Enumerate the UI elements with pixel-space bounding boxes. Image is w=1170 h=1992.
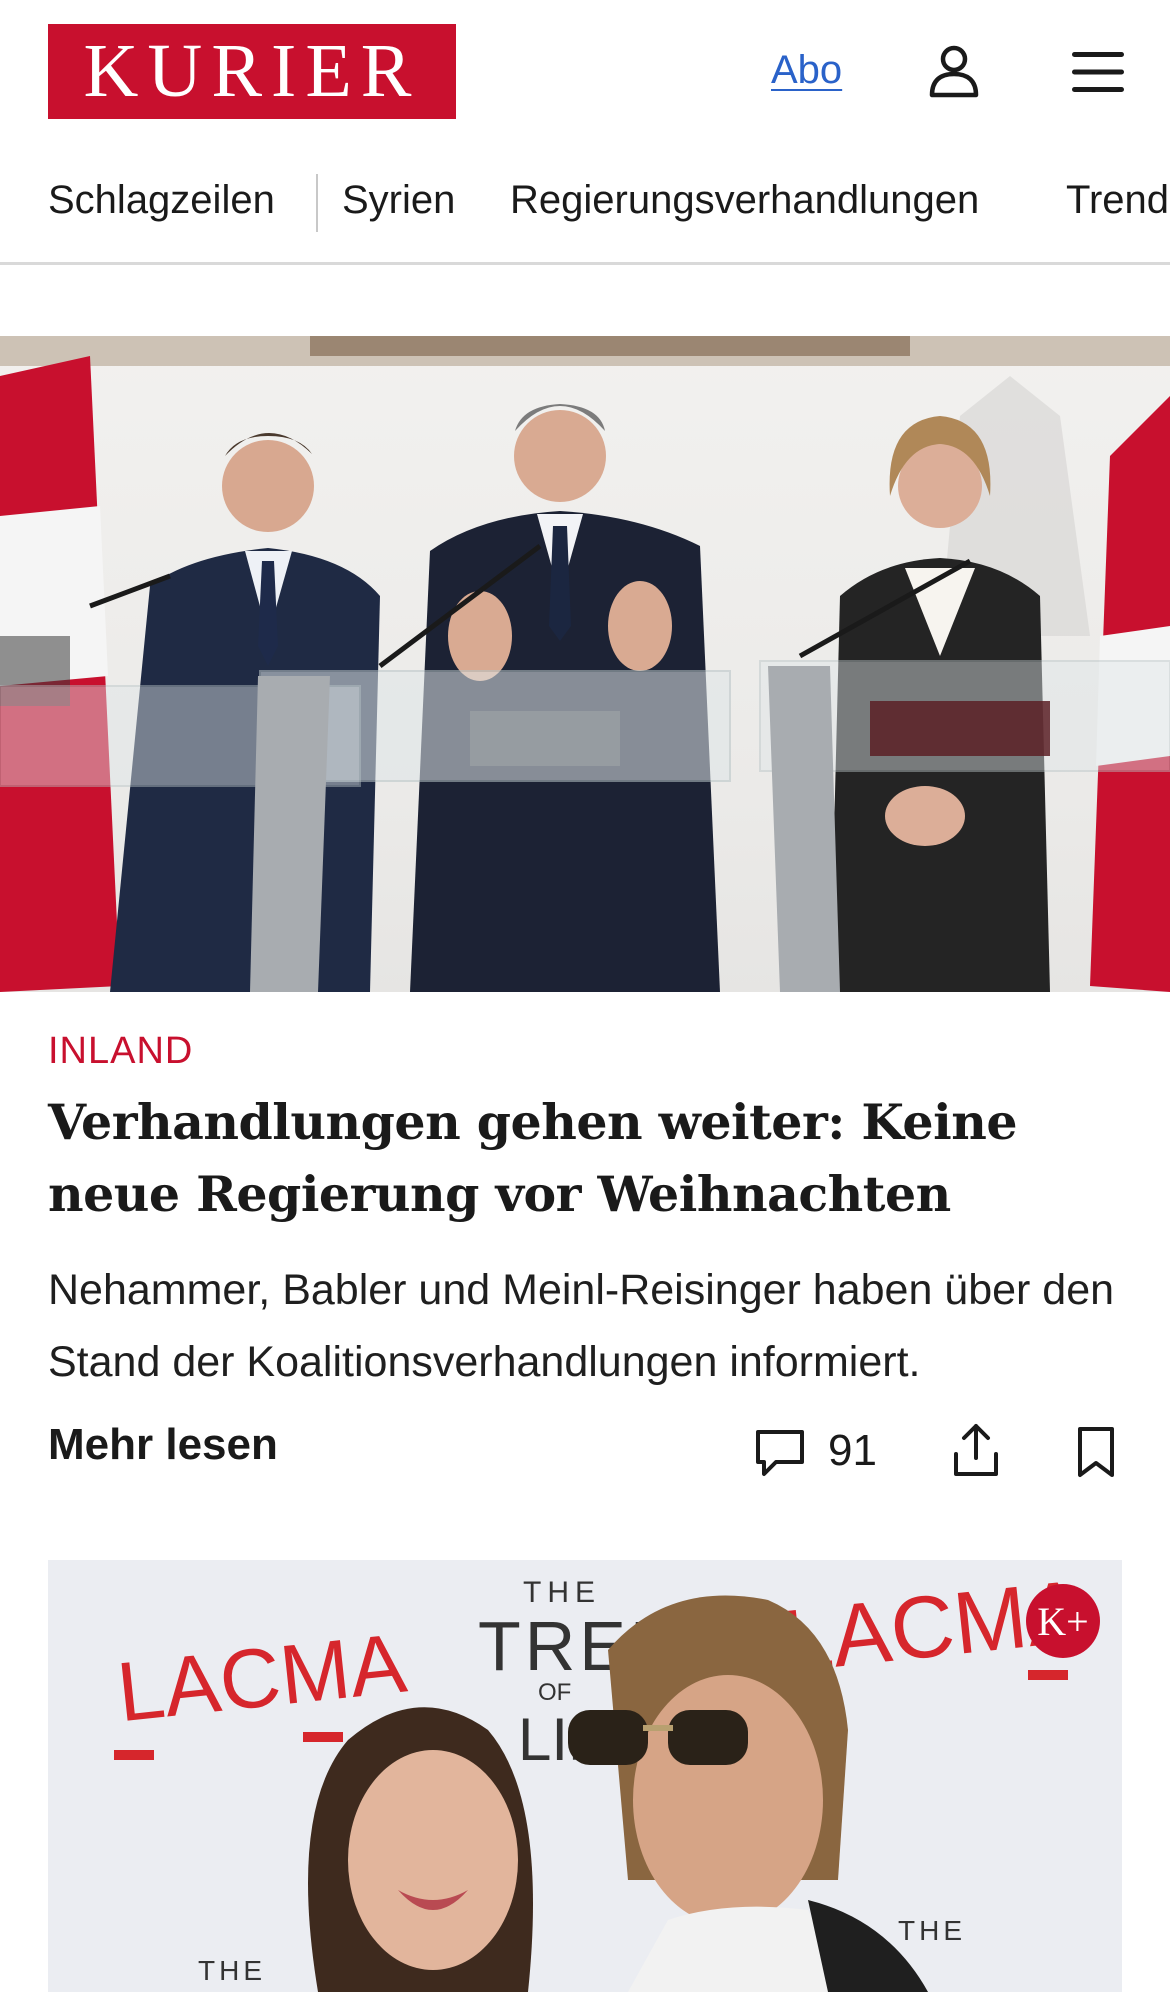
red-carpet-photo: LACMA THE TREE OF LIFE LACMA THE THE xyxy=(48,1560,1122,1992)
backdrop-of: OF xyxy=(538,1679,571,1706)
nav-divider xyxy=(316,174,318,232)
backdrop-the-3: THE xyxy=(898,1915,966,1946)
bookmark-icon[interactable] xyxy=(1076,1426,1116,1478)
read-more-link[interactable]: Mehr lesen xyxy=(48,1420,278,1470)
nav-item-regierungsverhandlungen[interactable]: Regierungsverhandlungen xyxy=(510,178,979,223)
site-header: KURIER Abo xyxy=(0,0,1170,144)
comment-icon[interactable] xyxy=(754,1428,806,1478)
comment-count[interactable]: 91 xyxy=(828,1426,877,1476)
premium-badge: K+ xyxy=(1026,1584,1100,1658)
article-headline[interactable]: Verhandlungen gehen weiter: Keine neue R… xyxy=(48,1086,1128,1230)
backdrop-the-2: THE xyxy=(198,1955,266,1986)
article-category[interactable]: INLAND xyxy=(48,1030,193,1073)
press-conference-photo xyxy=(0,336,1170,992)
second-article-image[interactable]: LACMA THE TREE OF LIFE LACMA THE THE xyxy=(48,1560,1122,1992)
topic-navigation: Schlagzeilen Syrien Regierungsverhandlun… xyxy=(0,160,1170,265)
share-icon[interactable] xyxy=(952,1422,1000,1478)
kurier-logo[interactable]: KURIER xyxy=(48,24,456,119)
article-teaser[interactable]: Nehammer, Babler und Meinl-Reisinger hab… xyxy=(48,1254,1138,1398)
abo-link[interactable]: Abo xyxy=(771,48,842,93)
hero-image[interactable] xyxy=(0,336,1170,992)
menu-icon[interactable] xyxy=(1072,50,1124,94)
nav-item-schlagzeilen[interactable]: Schlagzeilen xyxy=(48,178,275,223)
user-icon[interactable] xyxy=(928,44,980,98)
nav-item-syrien[interactable]: Syrien xyxy=(342,178,455,223)
nav-item-trend[interactable]: Trend xyxy=(1066,178,1169,223)
backdrop-the-1: THE xyxy=(523,1576,601,1609)
